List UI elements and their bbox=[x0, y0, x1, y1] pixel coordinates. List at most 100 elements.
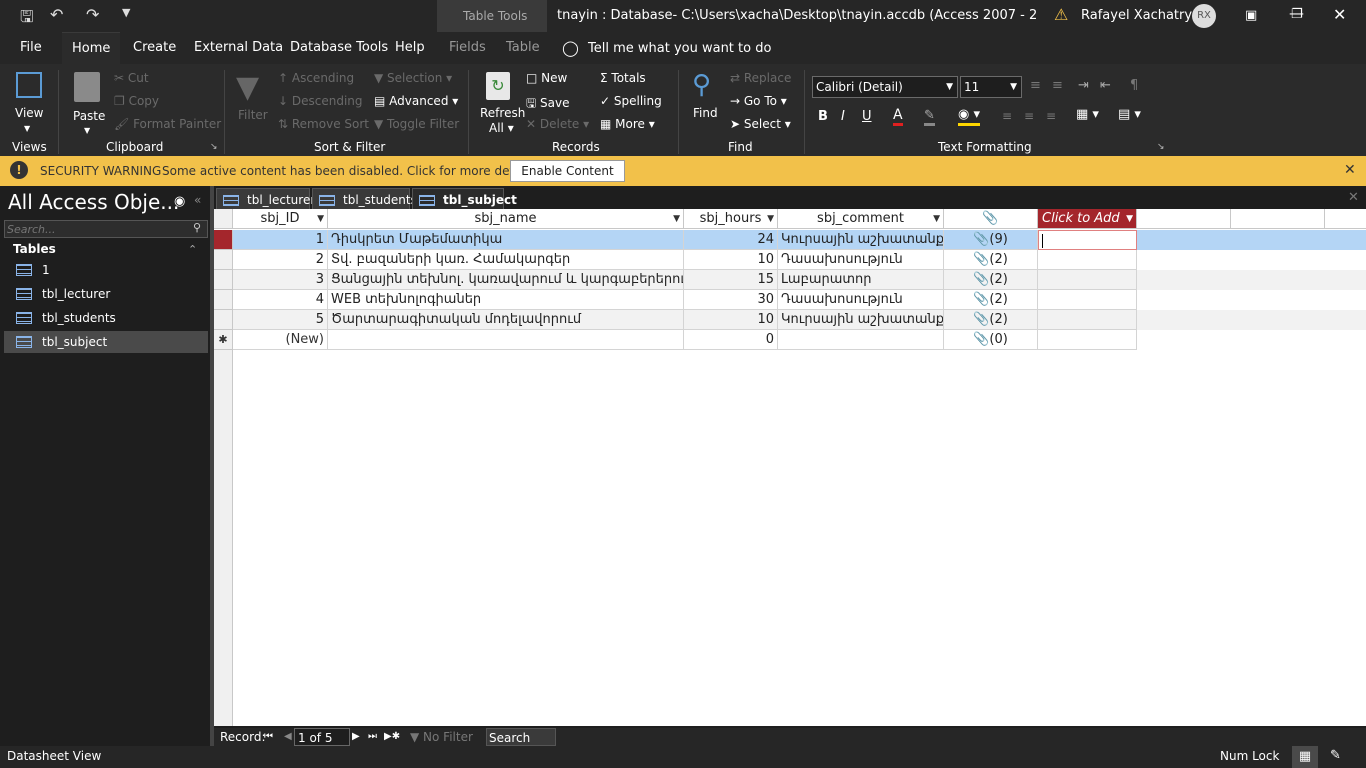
cut-button[interactable]: ✂ Cut bbox=[114, 71, 149, 85]
attachment-cell[interactable]: 📎(2) bbox=[944, 250, 1038, 270]
refresh-all-button[interactable]: ↻ Refresh All ▾ bbox=[476, 68, 525, 136]
restore-icon[interactable]: ❐ bbox=[1291, 7, 1303, 22]
datasheet-view-icon[interactable]: ▦ bbox=[1292, 746, 1318, 768]
tab-fields[interactable]: Fields bbox=[439, 32, 496, 64]
col-header-sbj-id[interactable]: sbj_ID ▼ bbox=[233, 209, 328, 229]
search-icon[interactable]: ⚲ bbox=[193, 221, 201, 234]
select-button[interactable]: ➤ Select ▾ bbox=[730, 117, 791, 131]
font-size-select[interactable]: 11 ▼ bbox=[960, 76, 1022, 98]
spelling-button[interactable]: ✓ Spelling bbox=[600, 94, 662, 108]
table-row[interactable]: 3 Ցանցային տեխնոլ. կառավարում և կարգաբեր… bbox=[214, 270, 1366, 290]
goto-button[interactable]: → Go To ▾ bbox=[730, 94, 787, 108]
table-row[interactable]: 4 WEB տեխնոլոգիաներ 30 Դասախոսություն 📎(… bbox=[214, 290, 1366, 310]
record-selector[interactable] bbox=[214, 230, 233, 250]
totals-button[interactable]: Σ Totals bbox=[600, 71, 646, 85]
toggle-filter-button[interactable]: ▼ Toggle Filter bbox=[374, 117, 459, 131]
remove-sort-button[interactable]: ⇅ Remove Sort bbox=[278, 117, 369, 131]
find-button[interactable]: ⚲ Find bbox=[688, 68, 722, 136]
record-selector[interactable] bbox=[214, 310, 233, 330]
col-header-sbj-hours[interactable]: sbj_hours ▼ bbox=[684, 209, 778, 229]
paragraph-direction-icon[interactable]: ¶ bbox=[1130, 78, 1138, 93]
record-search-input[interactable]: Search bbox=[486, 728, 556, 746]
tab-external-data[interactable]: External Data bbox=[184, 32, 293, 64]
design-view-icon[interactable]: ✎ bbox=[1330, 748, 1341, 763]
indent-decrease-icon[interactable]: ⇤ bbox=[1100, 78, 1111, 93]
nav-item-tbl-lecturer[interactable]: tbl_lecturer bbox=[4, 283, 208, 305]
tell-me-input[interactable]: Tell me what you want to do bbox=[588, 41, 771, 56]
enable-content-button[interactable]: Enable Content bbox=[510, 160, 625, 182]
filter-button[interactable]: ▼ Filter bbox=[232, 68, 272, 136]
last-record-icon[interactable]: ⏭ bbox=[368, 728, 377, 746]
view-button[interactable]: View ▼ bbox=[8, 68, 48, 136]
advanced-button[interactable]: ▤ Advanced ▾ bbox=[374, 94, 458, 108]
doc-tab-tbl-students[interactable]: tbl_students bbox=[312, 188, 417, 210]
nav-section-tables[interactable]: Tables bbox=[13, 242, 56, 256]
nav-item-tbl-subject[interactable]: tbl_subject bbox=[4, 331, 208, 353]
nav-item-tbl-students[interactable]: tbl_students bbox=[4, 307, 208, 329]
indent-increase-icon[interactable]: ⇥ bbox=[1078, 78, 1089, 93]
save-record-button[interactable]: 🖫 Save bbox=[526, 94, 570, 115]
nav-title[interactable]: All Access Obje... bbox=[8, 190, 179, 214]
table-row[interactable]: 1 Դիսկրետ Մաթեմատիկա 24 Կուրսային աշխատա… bbox=[214, 230, 1366, 250]
tab-file[interactable]: File bbox=[10, 32, 52, 64]
align-center-icon[interactable]: ≡ bbox=[1024, 109, 1034, 123]
close-tab-icon[interactable]: ✕ bbox=[1348, 190, 1359, 205]
save-icon[interactable]: 🖫 bbox=[20, 6, 34, 33]
font-color-button[interactable]: A bbox=[893, 107, 903, 126]
bold-button[interactable]: B bbox=[818, 109, 828, 124]
alternate-row-color-icon[interactable]: ▤ ▾ bbox=[1118, 107, 1141, 122]
new-record-row[interactable]: ✱ (New) 0 📎(0) bbox=[214, 330, 1366, 350]
attachment-cell[interactable]: 📎(2) bbox=[944, 270, 1038, 290]
user-name[interactable]: Rafayel Xachatryan bbox=[1081, 8, 1208, 23]
record-selector[interactable] bbox=[214, 290, 233, 310]
new-record-selector[interactable]: ✱ bbox=[214, 330, 233, 350]
record-selector[interactable] bbox=[214, 250, 233, 270]
new-record-button[interactable]: □ New bbox=[526, 71, 567, 85]
nav-search-box[interactable]: ⚲ bbox=[4, 220, 208, 238]
paste-button[interactable]: Paste ▼ bbox=[68, 68, 108, 136]
background-color-icon[interactable]: ◉ ▾ bbox=[958, 107, 981, 126]
attachment-cell[interactable]: 📎(2) bbox=[944, 310, 1038, 330]
close-warning-icon[interactable]: ✕ bbox=[1344, 162, 1356, 178]
underline-button[interactable]: U bbox=[862, 109, 872, 124]
tab-create[interactable]: Create bbox=[123, 32, 186, 64]
redo-icon[interactable]: ↷ bbox=[86, 5, 99, 24]
undo-icon[interactable]: ↶ bbox=[50, 5, 63, 24]
collapse-icon[interactable]: ⌃ bbox=[188, 243, 197, 256]
italic-button[interactable]: I bbox=[841, 109, 845, 124]
col-header-attachment[interactable]: 📎 bbox=[944, 209, 1038, 229]
tab-home[interactable]: Home bbox=[62, 32, 121, 64]
current-record-input[interactable]: 1 of 5 bbox=[294, 728, 350, 746]
doc-tab-tbl-lecturer[interactable]: tbl_lecturer bbox=[216, 188, 315, 210]
first-record-icon[interactable]: ⏮ bbox=[264, 728, 273, 746]
nav-menu-icon[interactable]: ◉ bbox=[174, 194, 185, 209]
nav-item-1[interactable]: 1 bbox=[4, 259, 208, 281]
col-header-sbj-name[interactable]: sbj_name ▼ bbox=[328, 209, 684, 229]
shutter-bar-icon[interactable]: « bbox=[194, 193, 201, 207]
customize-qat-icon[interactable]: ▼ bbox=[122, 6, 130, 19]
bullets-icon[interactable]: ≡ bbox=[1030, 78, 1041, 93]
gridlines-icon[interactable]: ▦ ▾ bbox=[1076, 107, 1099, 122]
tab-table[interactable]: Table bbox=[496, 32, 550, 64]
numbering-icon[interactable]: ≡ bbox=[1052, 78, 1063, 93]
selection-button[interactable]: ▼ Selection ▾ bbox=[374, 71, 452, 85]
doc-tab-tbl-subject[interactable]: tbl_subject bbox=[412, 188, 517, 210]
align-right-icon[interactable]: ≡ bbox=[1046, 109, 1056, 123]
more-button[interactable]: ▦ More ▾ bbox=[600, 117, 655, 131]
font-family-select[interactable]: Calibri (Detail) ▼ bbox=[812, 76, 958, 98]
col-header-sbj-comment[interactable]: sbj_comment ▼ bbox=[778, 209, 944, 229]
click-to-add-cell[interactable] bbox=[1038, 230, 1137, 250]
col-header-click-to-add[interactable]: Click to Add ▼ bbox=[1038, 209, 1137, 229]
tab-database-tools[interactable]: Database Tools bbox=[280, 32, 398, 64]
attachment-cell[interactable]: 📎(2) bbox=[944, 290, 1038, 310]
table-row[interactable]: 2 Տվ. բազաների կառ. Համակարգեր 10 Դասախո… bbox=[214, 250, 1366, 270]
select-all-corner[interactable] bbox=[214, 209, 233, 229]
nav-search-input[interactable] bbox=[7, 221, 187, 237]
security-warning-message[interactable]: Some active content has been disabled. C… bbox=[162, 164, 538, 178]
next-record-icon[interactable]: ▶ bbox=[352, 728, 360, 746]
record-selector[interactable] bbox=[214, 270, 233, 290]
attachment-cell[interactable]: 📎(0) bbox=[944, 330, 1038, 350]
new-record-nav-icon[interactable]: ▶✱ bbox=[384, 728, 400, 746]
ribbon-display-icon[interactable]: ▣ bbox=[1245, 8, 1257, 23]
tab-help[interactable]: Help bbox=[385, 32, 435, 64]
